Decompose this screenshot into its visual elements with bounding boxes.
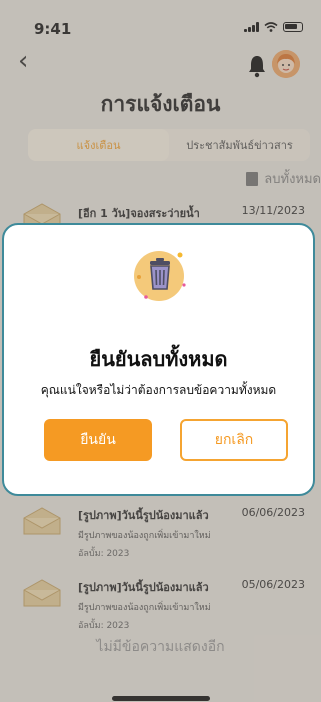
cancel-button[interactable]: ยกเลิก <box>180 419 288 461</box>
dialog-message: คุณแน่ใจหรือไม่ว่าต้องการลบข้อความทั้งหม… <box>40 383 277 397</box>
trash-bin-icon <box>130 245 190 305</box>
notifications-screen: 9:41 ‹ การแจ้งเตือน แจ้งเตือน ประชาสัมพั… <box>0 0 321 702</box>
confirm-button[interactable]: ยืนยัน <box>44 419 152 461</box>
dialog-title: ยืนยันลบทั้งหมด <box>89 347 228 371</box>
confirm-delete-dialog: ยืนยันลบทั้งหมด คุณแน่ใจหรือไม่ว่าต้องกา… <box>2 223 315 496</box>
